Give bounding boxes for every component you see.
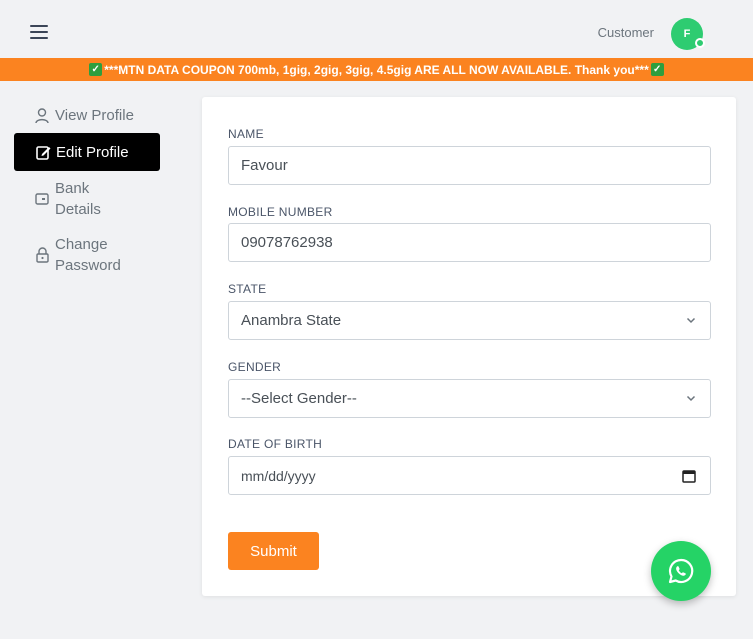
chevron-down-icon xyxy=(686,395,696,402)
submit-button[interactable]: Submit xyxy=(228,532,319,570)
gender-label: GENDER xyxy=(228,360,282,374)
date-of-birth-input[interactable]: mm/dd/yyyy xyxy=(228,456,711,495)
bank-card-icon xyxy=(34,188,50,209)
lock-icon xyxy=(34,244,50,265)
profile-side-menu: View Profile Edit Profile Bank Details C… xyxy=(14,98,160,283)
whatsapp-icon xyxy=(668,558,694,584)
calendar-icon[interactable] xyxy=(682,469,696,483)
menu-item-label: Bank Details xyxy=(55,180,101,218)
chevron-down-icon xyxy=(686,317,696,324)
user-role: Customer xyxy=(597,25,654,40)
edit-icon xyxy=(35,142,51,163)
check-mark-icon: ✓ xyxy=(650,63,664,76)
gender-value: --Select Gender-- xyxy=(241,390,357,407)
mobile-number-input[interactable]: 09078762938 xyxy=(228,223,711,262)
gender-select[interactable]: --Select Gender-- xyxy=(228,379,711,418)
avatar-initial: F xyxy=(683,28,691,40)
mobile-number-label: MOBILE NUMBER xyxy=(228,205,333,219)
date-of-birth-placeholder: mm/dd/yyyy xyxy=(241,467,316,484)
user-icon xyxy=(34,105,50,126)
check-mark-icon: ✓ xyxy=(89,63,103,76)
name-label: NAME xyxy=(228,127,264,141)
date-of-birth-label: DATE OF BIRTH xyxy=(228,437,323,451)
online-status-dot xyxy=(695,38,705,48)
menu-item-view-profile[interactable]: View Profile xyxy=(14,98,160,133)
menu-item-label: View Profile xyxy=(55,107,134,124)
top-bar: Customer F xyxy=(0,0,753,58)
menu-item-label: Change Password xyxy=(55,236,121,274)
menu-item-edit-profile[interactable]: Edit Profile xyxy=(14,133,160,171)
name-input[interactable]: Favour xyxy=(228,146,711,185)
state-select[interactable]: Anambra State xyxy=(228,301,711,340)
avatar[interactable]: F xyxy=(671,18,705,50)
mobile-number-value: 09078762938 xyxy=(241,234,333,251)
edit-profile-form-card: NAME Favour MOBILE NUMBER 09078762938 ST… xyxy=(202,97,736,596)
menu-item-change-password[interactable]: Change Password xyxy=(14,227,160,283)
state-value: Anambra State xyxy=(241,312,342,329)
name-value: Favour xyxy=(241,157,288,174)
state-label: STATE xyxy=(228,282,267,296)
menu-item-label: Edit Profile xyxy=(56,143,129,161)
menu-item-bank-details[interactable]: Bank Details xyxy=(14,171,160,227)
menu-toggle-icon[interactable] xyxy=(30,25,48,39)
whatsapp-chat-button[interactable] xyxy=(651,541,711,601)
banner-text: ***MTN DATA COUPON 700mb, 1gig, 2gig, 3g… xyxy=(104,62,649,77)
announcement-banner: ✓ ***MTN DATA COUPON 700mb, 1gig, 2gig, … xyxy=(0,58,753,81)
